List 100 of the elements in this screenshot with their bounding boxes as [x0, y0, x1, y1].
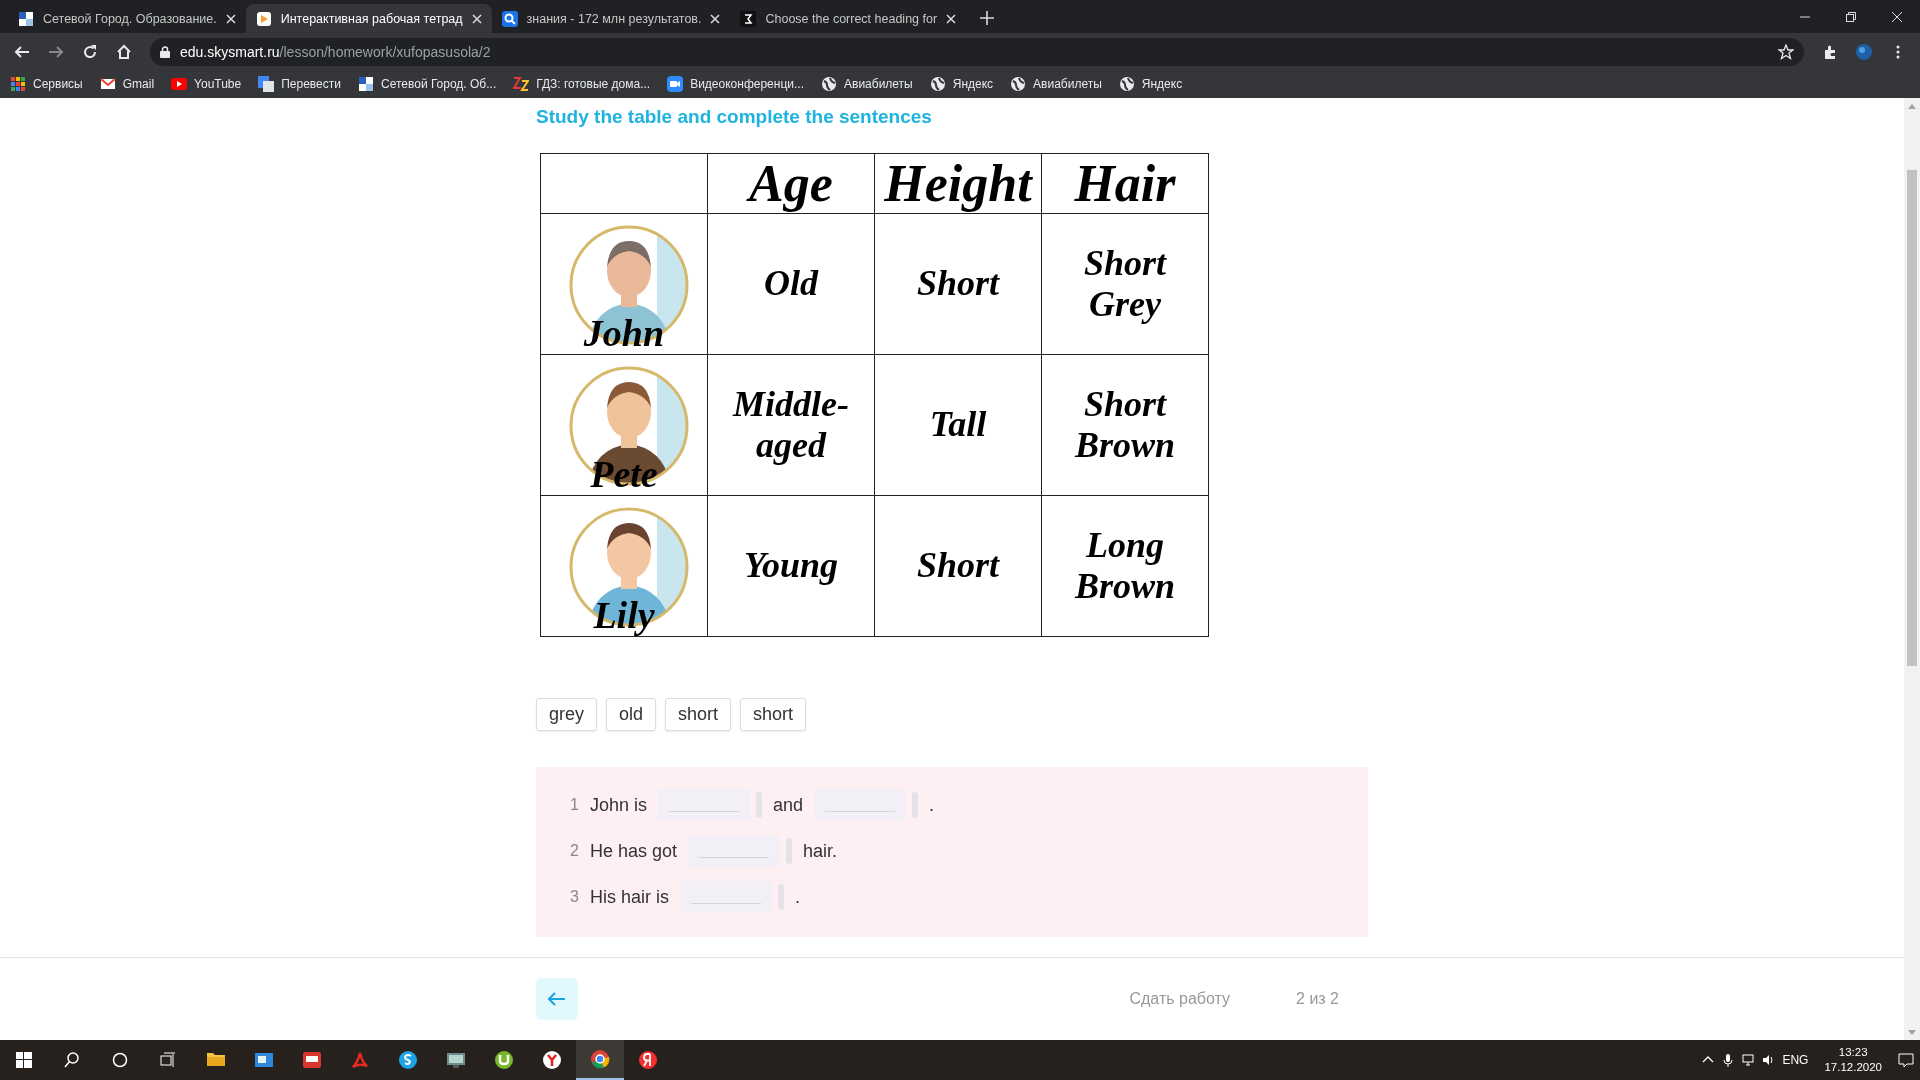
- new-tab-icon[interactable]: [980, 11, 995, 25]
- tab-title: Choose the correct heading for: [765, 11, 938, 26]
- apps-icon: [10, 76, 26, 92]
- camera-icon: [667, 76, 684, 92]
- globe-icon: [1118, 76, 1135, 92]
- bookmark[interactable]: Перевести: [258, 76, 341, 92]
- sentence-text: .: [795, 886, 801, 908]
- globe-icon: [821, 76, 837, 92]
- bookmark[interactable]: ГДЗ: готовые дома...: [513, 76, 651, 92]
- video-icon: [171, 76, 188, 92]
- browser-icon: [590, 1049, 610, 1069]
- bookmark[interactable]: Яндекс: [1118, 76, 1183, 92]
- sentence-number: 3: [569, 888, 579, 906]
- table-cell: Short: [874, 213, 1042, 355]
- gdz-icon: [513, 76, 530, 92]
- tab-title: знания - 172 млн результатов.: [526, 11, 702, 26]
- monitor-icon: [446, 1050, 466, 1070]
- torrent-icon: [494, 1050, 514, 1070]
- browser-icon: [542, 1050, 562, 1070]
- mail-icon: [254, 1050, 274, 1070]
- translate-icon: [258, 76, 275, 92]
- person-name: John: [582, 311, 666, 356]
- search-icon[interactable]: [64, 1052, 80, 1068]
- close-icon[interactable]: [946, 13, 957, 24]
- sentence-text: He has got: [590, 840, 678, 862]
- page-counter: 2 из 2: [1296, 990, 1339, 1008]
- table-cell: Young: [707, 495, 875, 637]
- tab-title: Интерактивная рабочая тетрад: [280, 11, 463, 26]
- table-cell: Long Brown: [1041, 495, 1209, 637]
- browser-tab[interactable]: Интерактивная рабочая тетрад: [245, 4, 492, 33]
- column-header: Age: [707, 153, 875, 214]
- column-header: Hair: [1041, 153, 1209, 214]
- close-icon[interactable]: [1892, 11, 1902, 22]
- puzzle-icon[interactable]: [1822, 43, 1838, 60]
- star-icon[interactable]: [1778, 43, 1794, 60]
- sentence-text: and: [773, 794, 804, 816]
- word-chip[interactable]: short: [740, 698, 807, 731]
- notification-icon[interactable]: [1898, 1052, 1914, 1068]
- table-cell: Short Grey: [1041, 213, 1209, 355]
- instruction-heading: Study the table and complete the sentences: [536, 106, 933, 128]
- reload-icon[interactable]: [82, 43, 98, 60]
- tab-title: Сетевой Город. Образование.: [43, 11, 217, 26]
- back-button[interactable]: [536, 978, 578, 1020]
- answer-field[interactable]: [688, 835, 781, 867]
- slides-icon: [302, 1050, 322, 1070]
- column-header: Height: [874, 153, 1042, 214]
- volume-icon[interactable]: [1762, 1053, 1775, 1067]
- lock-icon: [160, 45, 170, 58]
- table-cell: Tall: [874, 354, 1042, 496]
- home-icon[interactable]: [116, 43, 132, 60]
- bookmark[interactable]: Яндекс: [929, 76, 994, 92]
- bookmark[interactable]: YouTube: [171, 76, 242, 92]
- forward-icon[interactable]: [48, 43, 64, 60]
- avatar-icon[interactable]: [1856, 43, 1872, 60]
- globe-icon: [929, 76, 946, 92]
- yandex-icon: [638, 1050, 658, 1070]
- sentence-text: His hair is: [590, 886, 669, 908]
- bookmark[interactable]: Сервисы: [10, 76, 83, 92]
- search-icon: [501, 10, 518, 27]
- bookmark[interactable]: Авиабилеты: [821, 76, 913, 92]
- mail-icon: [99, 76, 116, 92]
- close-icon[interactable]: [471, 13, 482, 24]
- task-view-icon[interactable]: [160, 1052, 176, 1068]
- table-cell: Old: [707, 213, 875, 355]
- table-cell: Short: [874, 495, 1042, 637]
- globe-icon: [1010, 76, 1027, 92]
- bookmark[interactable]: Видеоконференци...: [667, 76, 804, 92]
- answer-field[interactable]: [658, 789, 751, 821]
- bookmark[interactable]: Gmail: [99, 76, 155, 92]
- browser-tab[interactable]: Choose the correct heading for: [730, 4, 967, 33]
- bookmark[interactable]: Авиабилеты: [1010, 76, 1102, 92]
- close-icon[interactable]: [225, 13, 236, 24]
- back-icon[interactable]: [14, 43, 30, 60]
- bookmark[interactable]: Сетевой Город. Об...: [358, 76, 497, 92]
- address-bar[interactable]: edu.skysmart.ru/lesson/homework/xufopasusola/2: [150, 37, 1804, 66]
- arrow-left-icon: [548, 992, 566, 1006]
- word-chip[interactable]: short: [665, 698, 732, 731]
- word-chip[interactable]: old: [606, 698, 657, 731]
- sentence-text: hair.: [803, 840, 838, 862]
- language-indicator[interactable]: ENG: [1782, 1053, 1809, 1067]
- microphone-icon[interactable]: [1722, 1053, 1735, 1067]
- close-icon[interactable]: [710, 13, 721, 24]
- sentence-text: .: [929, 794, 935, 816]
- grid-icon: [358, 76, 374, 92]
- word-chip[interactable]: grey: [536, 698, 597, 731]
- restore-icon[interactable]: [1846, 11, 1856, 22]
- play-icon: [255, 10, 272, 27]
- network-icon[interactable]: [1742, 1053, 1755, 1067]
- url-text: edu.skysmart.ru/lesson/homework/xufopasusola/2: [180, 43, 491, 60]
- answer-field[interactable]: [814, 789, 907, 821]
- grid-icon: [18, 10, 34, 27]
- windows-icon[interactable]: [16, 1052, 32, 1068]
- answer-field[interactable]: [680, 881, 772, 913]
- sentence-number: 2: [569, 842, 579, 860]
- browser-tab[interactable]: Сетевой Город. Образование.: [8, 4, 246, 33]
- circle-icon[interactable]: [112, 1052, 128, 1068]
- browser-tab[interactable]: знания - 172 млн результатов.: [491, 4, 731, 33]
- sentence-text: John is: [590, 794, 648, 816]
- sentence-number: 1: [569, 796, 579, 814]
- taskbar-button[interactable]: [576, 1040, 624, 1080]
